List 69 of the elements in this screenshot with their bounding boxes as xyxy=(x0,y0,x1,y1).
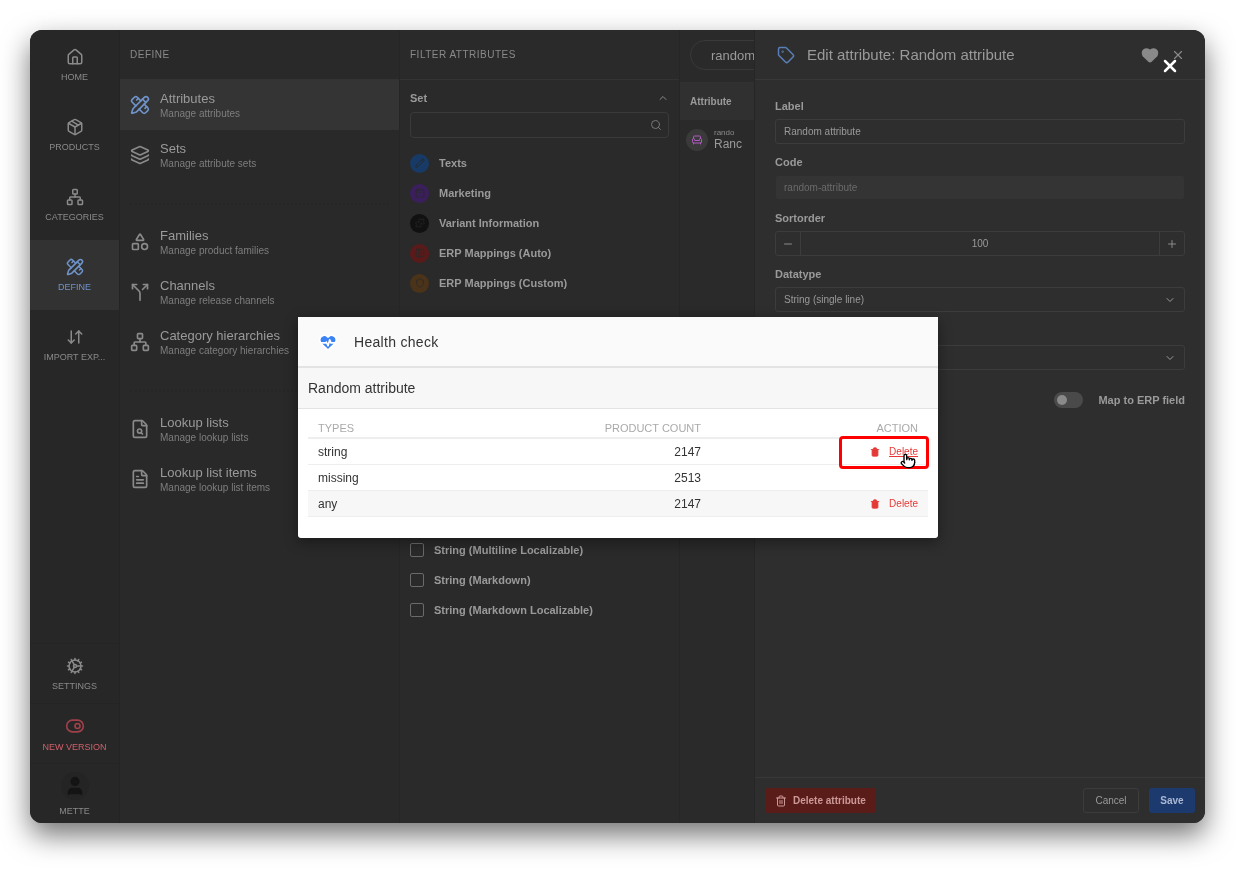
dialog-subtitle: Random attribute xyxy=(298,368,938,409)
attribute-name[interactable]: Ranc xyxy=(714,137,742,151)
chair-icon xyxy=(686,128,708,151)
table-cell: any xyxy=(308,491,531,517)
nav-icon xyxy=(65,328,84,346)
menu-icon xyxy=(130,145,150,165)
nav-item[interactable]: SETTINGS xyxy=(30,643,119,703)
field-label: Datatype xyxy=(775,268,823,280)
column-heading: FILTER ATTRIBUTES xyxy=(400,30,679,80)
nav-icon xyxy=(65,48,84,66)
menu-icon xyxy=(130,282,150,302)
field-label: Label xyxy=(775,100,805,112)
checkbox-label: String (Markdown Localizable) xyxy=(434,604,593,616)
checkbox[interactable] xyxy=(410,573,424,587)
field-label: Code xyxy=(775,156,804,168)
column-header: Attribute xyxy=(680,82,754,120)
nav-item[interactable]: IMPORT EXP... xyxy=(30,310,119,380)
delete-link[interactable]: Delete xyxy=(870,446,918,457)
nav-item[interactable]: CATEGORIES xyxy=(30,170,119,240)
menu-item[interactable]: Sets Manage attribute sets xyxy=(120,130,399,180)
panel-title: Edit attribute: Random attribute xyxy=(807,46,1016,63)
gears-icon xyxy=(65,656,84,675)
checkbox[interactable] xyxy=(410,603,424,617)
save-button[interactable]: Save xyxy=(1149,788,1195,813)
select-field[interactable]: String (single line) xyxy=(775,287,1185,312)
search-icon xyxy=(650,119,662,131)
toggle-label: Map to ERP field xyxy=(1098,394,1185,406)
menu-item[interactable]: Families Manage product families xyxy=(120,217,399,267)
set-label[interactable]: ERP Mappings (Custom) xyxy=(439,277,568,289)
set-label[interactable]: ERP Mappings (Auto) xyxy=(439,247,552,259)
menu-item[interactable]: Channels Manage release channels xyxy=(120,267,399,317)
nav-item[interactable]: PRODUCTS xyxy=(30,100,119,170)
number-stepper[interactable]: 100 xyxy=(775,231,1185,256)
table-cell: 2147 xyxy=(531,491,711,517)
nav-item[interactable]: NEW VERSION xyxy=(30,703,119,763)
field-label: Sortorder xyxy=(775,212,827,224)
delete-attribute-button[interactable]: Delete attribute xyxy=(765,788,876,813)
set-label[interactable]: Texts xyxy=(439,157,467,169)
heart-pulse-icon[interactable] xyxy=(1141,45,1159,64)
checkbox-label: String (Multiline Localizable) xyxy=(434,544,584,556)
dialog-title: Health check xyxy=(354,333,439,350)
trash-icon xyxy=(870,498,881,509)
delete-link[interactable]: Delete xyxy=(870,498,918,509)
search-field[interactable] xyxy=(410,112,669,138)
nav-icon xyxy=(65,258,84,276)
trash-icon xyxy=(870,446,881,457)
trash-icon xyxy=(775,794,787,807)
section-label: Set xyxy=(410,92,428,104)
text-field[interactable]: Random attribute xyxy=(775,119,1185,144)
cancel-button[interactable]: Cancel xyxy=(1083,788,1139,813)
menu-icon xyxy=(130,469,150,489)
menu-item[interactable]: Attributes Manage attributes xyxy=(120,80,399,130)
nav-icon xyxy=(65,188,84,206)
menu-icon xyxy=(130,95,150,115)
menu-icon xyxy=(130,332,150,352)
set-label[interactable]: Marketing xyxy=(439,187,491,199)
nav-item[interactable]: METTE xyxy=(30,763,119,823)
attribute-code: rando xyxy=(714,128,736,137)
menu-icon xyxy=(130,419,150,439)
nav-icon xyxy=(65,118,84,136)
checkbox[interactable] xyxy=(410,543,424,557)
nav-item[interactable]: HOME xyxy=(30,30,119,100)
tag-icon xyxy=(777,45,795,64)
set-label[interactable]: Variant Information xyxy=(439,217,540,229)
toggle-switch[interactable] xyxy=(1054,392,1084,408)
plus-icon[interactable] xyxy=(1166,237,1178,250)
menu-icon xyxy=(130,232,150,252)
nav-item[interactable]: DEFINE xyxy=(30,240,119,310)
checkbox-label: String (Markdown) xyxy=(434,574,531,586)
